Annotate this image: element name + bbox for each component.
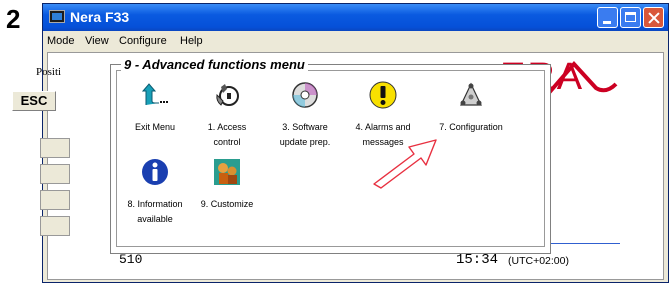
item-label-line2: control — [213, 137, 241, 147]
menu-mode[interactable]: Mode — [47, 35, 75, 47]
esc-button[interactable]: ESC — [12, 91, 56, 111]
item-label-line1: 3. Software — [282, 122, 328, 132]
side-button-4[interactable] — [40, 216, 70, 236]
menu-configure[interactable]: Configure — [119, 35, 167, 47]
maximize-button[interactable] — [620, 7, 641, 28]
cd-disc-icon — [292, 82, 318, 108]
minimize-button[interactable] — [597, 7, 618, 28]
alarm-exclamation-icon — [369, 81, 397, 109]
position-label: Positi — [36, 66, 62, 78]
logo-swoosh-icon — [546, 60, 618, 96]
item-label-line2: available — [137, 214, 173, 224]
menu-item-exit[interactable]: Exit Menu — [120, 81, 190, 151]
menu-view[interactable]: View — [85, 35, 109, 47]
side-button-3[interactable] — [40, 190, 70, 210]
window-title: Nera F33 — [70, 9, 130, 25]
status-timezone: (UTC+02:00) — [508, 255, 569, 267]
access-control-icon — [216, 84, 239, 106]
title-bar[interactable]: Nera F33 — [43, 4, 668, 31]
advanced-menu-title: 9 - Advanced functions menu — [121, 57, 308, 72]
side-button-1[interactable] — [40, 138, 70, 158]
item-label-line1: 1. Access — [207, 122, 247, 132]
customize-icon — [214, 159, 240, 185]
item-label-line2: update prep. — [279, 137, 331, 147]
step-number: 2 — [6, 4, 21, 34]
menu-item-customize[interactable]: 9. Customize — [192, 158, 262, 228]
side-button-2[interactable] — [40, 164, 70, 184]
menu-item-access-control[interactable]: 1. Access control — [192, 81, 262, 151]
status-time: 15:34 — [456, 252, 499, 268]
menu-bar: Mode View Configure Help — [43, 31, 668, 51]
close-button[interactable] — [643, 7, 664, 28]
status-number: 510 — [119, 252, 143, 267]
menu-help[interactable]: Help — [180, 35, 203, 47]
information-icon — [142, 159, 168, 185]
configuration-icon — [460, 82, 482, 106]
menu-item-software-update[interactable]: 3. Software update prep. — [270, 81, 340, 151]
pointer-arrow-icon — [373, 139, 437, 189]
menu-item-information[interactable]: 8. Information available — [120, 158, 190, 228]
exit-arrow-icon — [141, 83, 168, 105]
app-monitor-icon — [49, 10, 65, 23]
item-label: 9. Customize — [200, 199, 254, 209]
